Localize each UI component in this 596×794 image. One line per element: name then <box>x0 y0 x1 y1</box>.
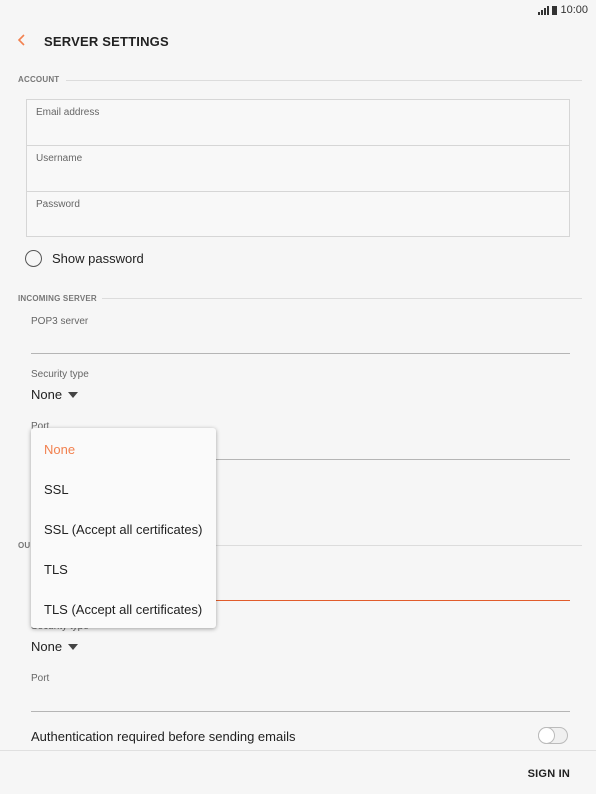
sign-in-button[interactable]: SIGN IN <box>528 768 570 780</box>
dropdown-option-none[interactable]: None <box>31 429 216 469</box>
auth-required-toggle[interactable] <box>538 727 568 744</box>
outgoing-security-type-select[interactable]: None <box>31 639 79 654</box>
pop3-server-label: POP3 server <box>31 316 89 327</box>
dropdown-option-tls-accept-all[interactable]: TLS (Accept all certificates) <box>31 589 216 629</box>
show-password-label: Show password <box>52 251 144 266</box>
pop3-server-input[interactable] <box>31 353 570 354</box>
outgoing-port-input[interactable] <box>31 711 570 712</box>
bottom-bar: SIGN IN <box>0 750 596 794</box>
username-field-label: Username <box>36 153 83 164</box>
show-password-option[interactable]: Show password <box>25 250 144 267</box>
dropdown-arrow-icon <box>68 643 79 650</box>
password-field-label: Password <box>36 199 80 210</box>
outgoing-port-label: Port <box>31 673 50 684</box>
dropdown-option-tls[interactable]: TLS <box>31 549 216 589</box>
battery-icon <box>552 5 558 15</box>
section-header-incoming: INCOMING SERVER <box>18 294 97 303</box>
status-time: 10:00 <box>560 4 588 16</box>
divider <box>102 298 582 299</box>
show-password-radio[interactable] <box>25 250 42 267</box>
email-field-label: Email address <box>36 107 100 118</box>
incoming-security-type-value: None <box>31 387 63 402</box>
divider <box>66 80 582 81</box>
incoming-security-type-label: Security type <box>31 369 89 380</box>
outgoing-security-type-value: None <box>31 639 63 654</box>
back-arrow-icon[interactable] <box>14 32 30 48</box>
account-fields: Email address Username Password <box>26 99 570 237</box>
security-type-dropdown: None SSL SSL (Accept all certificates) T… <box>31 428 216 628</box>
dropdown-option-ssl[interactable]: SSL <box>31 469 216 509</box>
status-bar: 10:00 <box>0 0 596 22</box>
app-bar: SERVER SETTINGS <box>0 22 596 60</box>
divider <box>216 545 582 546</box>
section-header-outgoing: OU <box>18 541 31 550</box>
dropdown-option-ssl-accept-all[interactable]: SSL (Accept all certificates) <box>31 509 216 549</box>
email-field[interactable]: Email address <box>27 100 569 146</box>
signal-icon <box>538 5 550 15</box>
section-header-account: ACCOUNT <box>18 75 60 84</box>
password-field[interactable]: Password <box>27 192 569 238</box>
incoming-security-type-select[interactable]: None <box>31 387 79 402</box>
auth-required-label: Authentication required before sending e… <box>31 729 296 744</box>
dropdown-arrow-icon <box>68 391 79 398</box>
username-field[interactable]: Username <box>27 146 569 192</box>
page-title: SERVER SETTINGS <box>44 34 169 49</box>
